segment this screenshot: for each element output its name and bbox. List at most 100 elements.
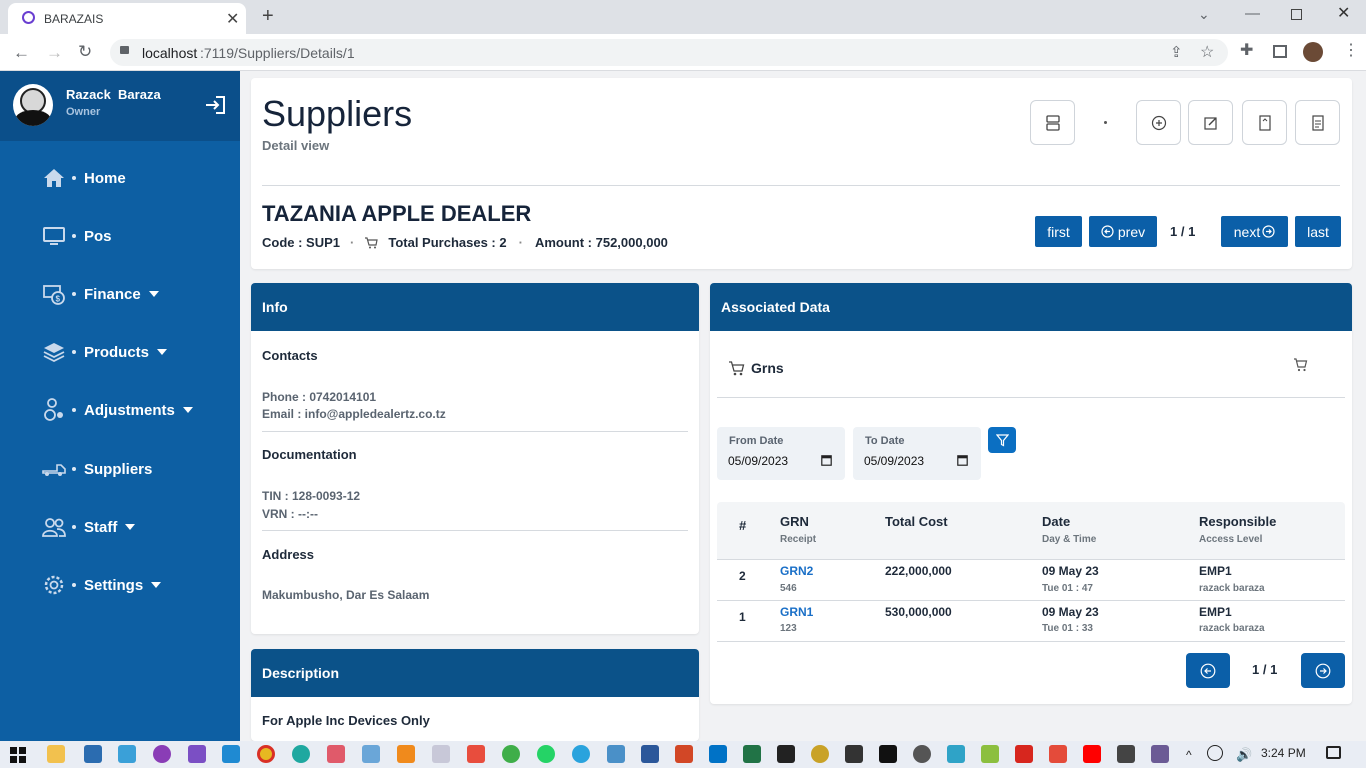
sidebar-item-adjustments[interactable]: Adjustments — [42, 395, 193, 425]
profile-avatar-icon[interactable] — [1303, 42, 1323, 62]
vlc-icon[interactable] — [397, 745, 415, 763]
print-button[interactable] — [1295, 100, 1340, 145]
to-date-field[interactable]: To Date 05/09/2023 — [853, 427, 981, 480]
grn-link[interactable]: GRN1 — [780, 605, 813, 619]
total-cost-value: 222,000,000 — [885, 564, 952, 578]
notifications-icon[interactable] — [1326, 746, 1341, 759]
pdf-icon[interactable] — [1015, 745, 1033, 763]
windows-start-icon[interactable] — [10, 747, 26, 763]
tray-chevron-up-icon[interactable]: ^ — [1186, 748, 1192, 762]
network-globe-icon[interactable] — [1207, 745, 1223, 761]
app-icon[interactable] — [432, 745, 450, 763]
chevron-down-icon — [125, 524, 136, 530]
new-tab-icon[interactable]: + — [262, 6, 274, 26]
restore-icon[interactable] — [1291, 9, 1302, 20]
side-panel-icon[interactable] — [1273, 45, 1287, 58]
separator-dot — [1104, 121, 1107, 124]
app-icon[interactable] — [879, 745, 897, 763]
app-icon[interactable] — [777, 745, 795, 763]
file-explorer-icon[interactable] — [47, 745, 65, 763]
chrome-icon[interactable] — [257, 745, 275, 763]
column-header-number: # — [739, 518, 747, 533]
app-icon[interactable] — [947, 745, 965, 763]
table-prev-button[interactable] — [1186, 653, 1230, 688]
logout-icon[interactable] — [204, 95, 226, 115]
grn-link[interactable]: GRN2 — [780, 564, 813, 578]
column-subheader-access-level: Access Level — [1199, 534, 1263, 545]
forward-icon[interactable]: → — [46, 44, 63, 61]
next-button[interactable]: next — [1221, 216, 1288, 247]
table-row[interactable]: 2 GRN2 546 222,000,000 09 May 23 Tue 01 … — [717, 560, 1345, 600]
prev-button[interactable]: prev — [1089, 216, 1157, 247]
sidebar-item-products[interactable]: Products — [42, 337, 168, 367]
extensions-icon[interactable]: ✚ — [1240, 43, 1253, 59]
edit-button[interactable] — [1188, 100, 1233, 145]
sidebar-item-finance[interactable]: $ Finance — [42, 279, 159, 309]
first-button[interactable]: first — [1035, 216, 1082, 247]
edge-icon[interactable] — [292, 745, 310, 763]
from-date-field[interactable]: From Date 05/09/2023 — [717, 427, 845, 480]
calendar-icon[interactable] — [957, 454, 968, 466]
visual-studio-icon[interactable] — [188, 745, 206, 763]
divider — [717, 641, 1345, 642]
first-label: first — [1047, 223, 1070, 240]
powerpoint-icon[interactable] — [675, 745, 693, 763]
app-icon[interactable] — [1117, 745, 1135, 763]
terminal-icon[interactable] — [845, 745, 863, 763]
app-icon[interactable] — [607, 745, 625, 763]
sidebar-item-pos[interactable]: Pos — [42, 221, 112, 251]
reload-icon[interactable]: ↻ — [78, 43, 92, 60]
whatsapp-icon[interactable] — [537, 745, 555, 763]
table-row[interactable]: 1 GRN1 123 530,000,000 09 May 23 Tue 01 … — [717, 601, 1345, 641]
close-window-icon[interactable]: ✕ — [1337, 6, 1350, 22]
table-next-button[interactable] — [1301, 653, 1345, 688]
app-icon[interactable] — [327, 745, 345, 763]
app-icon[interactable] — [502, 745, 520, 763]
app-icon[interactable] — [811, 745, 829, 763]
list-view-button[interactable] — [1030, 100, 1075, 145]
sidebar-item-label: Settings — [84, 576, 144, 594]
app-icon[interactable] — [981, 745, 999, 763]
calendar-icon[interactable] — [821, 454, 832, 466]
sidebar-item-suppliers[interactable]: Suppliers — [42, 454, 152, 484]
app-icon[interactable] — [362, 745, 380, 763]
app-icon[interactable] — [467, 745, 485, 763]
outlook-icon[interactable] — [709, 745, 727, 763]
telegram-icon[interactable] — [572, 745, 590, 763]
add-button[interactable] — [1136, 100, 1181, 145]
share-icon[interactable]: ⇪ — [1170, 43, 1183, 61]
tab-search-icon[interactable]: ⌄ — [1198, 7, 1210, 21]
tab-title: BARAZAIS — [44, 12, 104, 26]
last-button[interactable]: last — [1295, 216, 1341, 247]
responsible-value: EMP1 — [1199, 564, 1232, 578]
url-field[interactable]: localhost :7119/Suppliers/Details/1 ⇪ ☆ — [110, 39, 1228, 66]
app-icon[interactable] — [153, 745, 171, 763]
associated-data-header: Associated Data — [710, 283, 1352, 331]
app-icon[interactable] — [1151, 745, 1169, 763]
volume-icon[interactable]: 🔊 — [1236, 747, 1252, 763]
sidebar-item-home[interactable]: Home — [42, 163, 126, 193]
filter-button[interactable] — [988, 427, 1016, 453]
bookmark-star-icon[interactable]: ☆ — [1200, 42, 1214, 62]
cart-add-icon[interactable] — [1293, 358, 1308, 372]
github-icon[interactable] — [913, 745, 931, 763]
sidebar-item-staff[interactable]: Staff — [42, 512, 136, 542]
excel-icon[interactable] — [743, 745, 761, 763]
vscode-icon[interactable] — [222, 745, 240, 763]
browser-tab[interactable]: BARAZAIS ✕ — [8, 3, 246, 34]
user-name: Razack Baraza — [66, 87, 161, 102]
youtube-icon[interactable] — [1083, 745, 1101, 763]
menu-kebab-icon[interactable]: ⋮ — [1343, 43, 1359, 59]
app-icon[interactable] — [1049, 745, 1067, 763]
minimize-icon[interactable]: — — [1245, 6, 1260, 21]
close-tab-icon[interactable]: ✕ — [226, 9, 239, 29]
app-icon[interactable] — [118, 745, 136, 763]
sidebar-item-settings[interactable]: Settings — [42, 570, 162, 600]
back-icon[interactable]: ← — [13, 44, 30, 61]
report-button[interactable] — [1242, 100, 1287, 145]
total-cost-value: 530,000,000 — [885, 605, 952, 619]
app-icon[interactable] — [84, 745, 102, 763]
word-icon[interactable] — [641, 745, 659, 763]
user-role: Owner — [66, 106, 101, 118]
sidebar-item-label: Suppliers — [84, 460, 153, 478]
